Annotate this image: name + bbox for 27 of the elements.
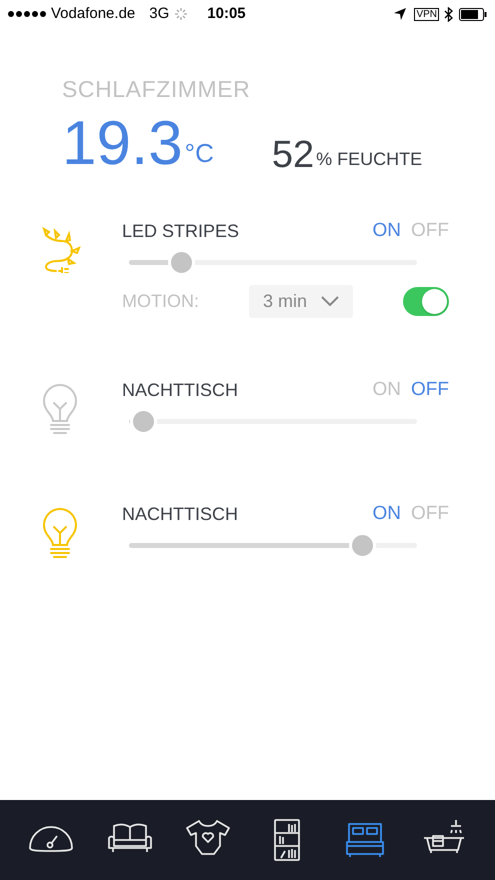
room-title: SCHLAFZIMMER — [62, 75, 252, 104]
network-type: 3G — [149, 4, 170, 24]
motion-switch[interactable] — [403, 286, 449, 316]
on-toggle[interactable]: ON — [372, 217, 401, 246]
temperature-unit: °C — [184, 136, 214, 170]
battery-icon — [459, 8, 487, 20]
activity-spinner-icon — [175, 8, 188, 20]
carrier-name: Vodafone.de — [51, 4, 136, 24]
device-name: NACHTTISCH — [122, 503, 239, 526]
device-name: NACHTTISCH — [122, 379, 239, 402]
vpn-indicator: VPN — [414, 8, 439, 20]
humidity-unit: % FEUCHTE — [316, 148, 422, 170]
on-toggle[interactable]: ON — [372, 500, 401, 529]
location-arrow-icon — [394, 8, 406, 20]
clock-time: 10:05 — [207, 4, 246, 24]
off-toggle[interactable]: OFF — [411, 500, 449, 529]
off-toggle[interactable]: OFF — [411, 376, 449, 405]
on-toggle[interactable]: ON — [372, 376, 401, 405]
temperature-value: 19.3 — [62, 112, 183, 174]
duration-dropdown[interactable]: 3 min — [249, 284, 354, 318]
signal-icon — [8, 11, 46, 17]
bluetooth-icon — [444, 6, 453, 22]
device-name: LED STRIPES — [122, 220, 240, 243]
motion-label: MOTION: — [122, 290, 200, 312]
off-toggle[interactable]: OFF — [411, 217, 449, 246]
chevron-down-icon — [321, 296, 340, 306]
humidity-value: 52 — [272, 134, 314, 174]
